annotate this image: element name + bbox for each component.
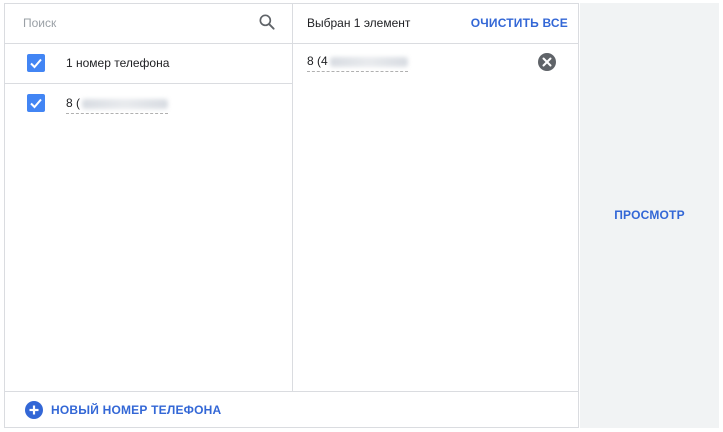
clear-all-button[interactable]: ОЧИСТИТЬ ВСЕ [471,16,568,30]
redacted-blur [82,98,169,109]
add-phone-number-label: НОВЫЙ НОМЕР ТЕЛЕФОНА [51,403,222,417]
selected-count: Выбран 1 элемент [307,16,411,30]
phone-number-visible-part: 8 (4 [307,54,328,68]
available-items-pane: 1 номер телефона 8 ( [5,4,293,391]
search-bar [5,4,292,44]
list-item-all-phones[interactable]: 1 номер телефона [5,44,292,84]
search-input[interactable] [17,12,249,34]
add-circle-icon [25,401,43,419]
picker-footer: НОВЫЙ НОМЕР ТЕЛЕФОНА [5,391,578,427]
preview-button[interactable]: ПРОСМОТР [580,208,719,222]
add-phone-number-button[interactable]: НОВЫЙ НОМЕР ТЕЛЕФОНА [25,400,221,420]
close-circle-icon[interactable] [537,52,557,72]
selected-items-pane: Выбран 1 элемент ОЧИСТИТЬ ВСЕ 8 (4 [293,4,578,391]
selected-item-label: 8 (4 [307,54,408,72]
checkbox-checked[interactable] [27,94,45,112]
redacted-blur [329,56,408,67]
selected-header: Выбран 1 элемент ОЧИСТИТЬ ВСЕ [293,4,578,44]
phone-number-picker: 1 номер телефона 8 ( Выбран 1 элемент ОЧ… [4,3,579,428]
phone-number-label: 8 ( [66,96,169,114]
phone-number-visible-part: 8 ( [66,96,81,110]
checkbox-checked[interactable] [27,54,45,72]
list-item-label: 1 номер телефона [66,56,170,70]
list-item-phone[interactable]: 8 ( [5,84,292,123]
preview-panel: ПРОСМОТР [580,3,719,428]
search-icon[interactable] [257,12,277,32]
page-root: 1 номер телефона 8 ( Выбран 1 элемент ОЧ… [0,0,723,432]
